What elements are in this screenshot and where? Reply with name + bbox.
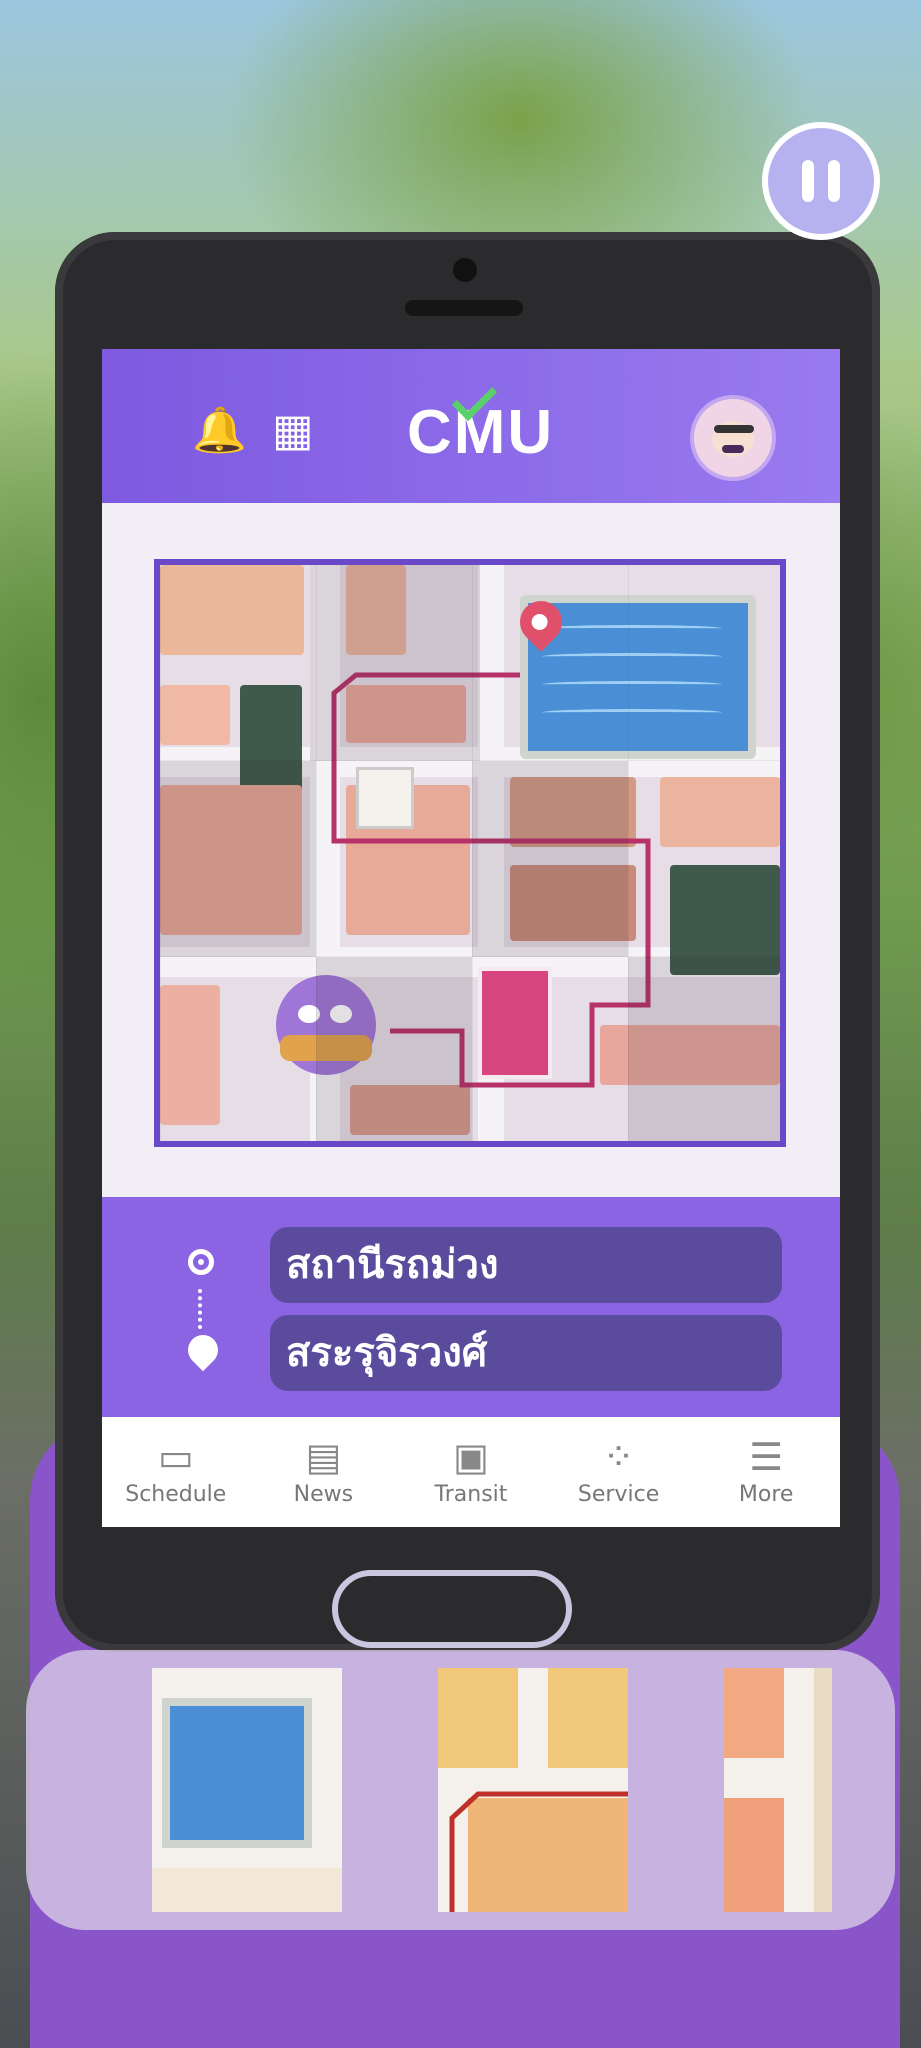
- puzzle-piece-road[interactable]: [438, 1668, 628, 1912]
- puzzle-piece-block[interactable]: [724, 1668, 832, 1912]
- nav-schedule[interactable]: ▭ Schedule: [102, 1417, 250, 1527]
- destination-pin-icon: [181, 1328, 225, 1372]
- phone-screen: 🔔 ▦ CMU สถานีรถม่วง สระรุจิรวงศ์ ▭ Sched…: [102, 349, 840, 1527]
- route-dots: [198, 1289, 208, 1329]
- newspaper-icon: ▤: [305, 1434, 342, 1479]
- nav-transit[interactable]: ▣ Transit: [397, 1417, 545, 1527]
- phone-camera: [453, 258, 477, 282]
- route-panel: สถานีรถม่วง สระรุจิรวงศ์: [102, 1197, 840, 1417]
- bell-icon[interactable]: 🔔: [192, 409, 247, 453]
- menu-icon: ☰: [749, 1434, 784, 1479]
- phone-speaker: [405, 300, 523, 316]
- nav-more[interactable]: ☰ More: [692, 1417, 840, 1527]
- puzzle-grid: [160, 565, 780, 1141]
- app-header: 🔔 ▦ CMU: [102, 349, 840, 503]
- pause-button[interactable]: [762, 122, 880, 240]
- puzzle-map[interactable]: [154, 559, 786, 1147]
- origin-stop: สถานีรถม่วง: [270, 1227, 782, 1303]
- puzzle-piece-tray: [26, 1650, 895, 1930]
- destination-stop: สระรุจิรวงศ์: [270, 1315, 782, 1391]
- puzzle-piece-pool[interactable]: [152, 1668, 342, 1912]
- pause-icon: [802, 160, 814, 202]
- calendar-icon: ▭: [157, 1434, 194, 1479]
- avatar[interactable]: [690, 395, 776, 481]
- qr-code-icon[interactable]: ▦: [272, 409, 314, 453]
- bus-icon: ▣: [453, 1434, 489, 1479]
- nav-service[interactable]: ⁘ Service: [545, 1417, 693, 1527]
- apps-icon: ⁘: [602, 1434, 635, 1479]
- origin-icon: [188, 1249, 214, 1275]
- bottom-nav: ▭ Schedule ▤ News ▣ Transit ⁘ Service ☰ …: [102, 1417, 840, 1527]
- phone-home-button: [332, 1570, 572, 1648]
- nav-news[interactable]: ▤ News: [250, 1417, 398, 1527]
